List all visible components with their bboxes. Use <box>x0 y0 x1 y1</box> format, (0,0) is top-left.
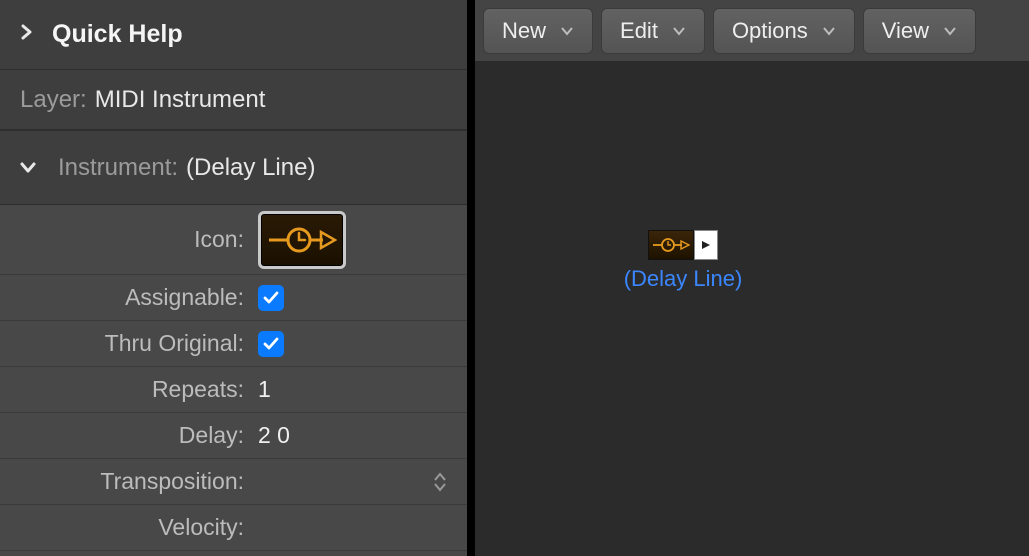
velocity-label: Velocity: <box>0 514 250 541</box>
chevron-down-icon <box>433 482 447 492</box>
thru-original-row: Thru Original: <box>0 321 467 367</box>
chevron-down-icon <box>822 26 836 36</box>
environment-canvas-pane: New Edit Options View <box>475 0 1029 556</box>
chevron-up-icon <box>433 472 447 482</box>
options-menu-label: Options <box>732 18 808 44</box>
instrument-header[interactable]: Instrument: (Delay Line) <box>0 130 467 205</box>
node-label: (Delay Line) <box>618 266 748 292</box>
node-box <box>618 230 748 260</box>
layer-row[interactable]: Layer: MIDI Instrument <box>0 70 467 130</box>
chevron-right-icon <box>18 24 42 45</box>
instrument-label: Instrument: <box>58 154 178 182</box>
thru-original-label: Thru Original: <box>0 330 250 357</box>
node-output-port[interactable] <box>694 230 718 260</box>
chevron-down-icon <box>20 154 44 182</box>
transposition-label: Transposition: <box>0 468 250 495</box>
environment-canvas[interactable] <box>475 62 1029 556</box>
transposition-stepper[interactable] <box>433 472 447 492</box>
options-menu-button[interactable]: Options <box>713 8 855 54</box>
delay-row[interactable]: Delay: 2 0 <box>0 413 467 459</box>
canvas-toolbar: New Edit Options View <box>475 0 1029 62</box>
icon-picker[interactable] <box>258 211 346 269</box>
delay-line-icon <box>648 230 694 260</box>
icon-row: Icon: <box>0 205 467 275</box>
chevron-down-icon <box>672 26 686 36</box>
chevron-down-icon <box>560 26 574 36</box>
icon-label: Icon: <box>0 226 250 253</box>
view-menu-button[interactable]: View <box>863 8 976 54</box>
new-menu-button[interactable]: New <box>483 8 593 54</box>
quick-help-header[interactable]: Quick Help <box>0 0 467 70</box>
repeats-value: 1 <box>250 376 467 403</box>
thru-original-checkbox[interactable] <box>258 331 284 357</box>
transposition-row[interactable]: Transposition: <box>0 459 467 505</box>
edit-menu-label: Edit <box>620 18 658 44</box>
layer-value: MIDI Instrument <box>95 86 266 114</box>
repeats-label: Repeats: <box>0 376 250 403</box>
instrument-properties: Icon: Assignable: <box>0 205 467 556</box>
delay-line-icon <box>267 222 337 258</box>
assignable-label: Assignable: <box>0 284 250 311</box>
layer-label: Layer: <box>20 86 87 114</box>
delay-value: 2 0 <box>250 422 467 449</box>
quick-help-title: Quick Help <box>52 20 183 49</box>
delay-label: Delay: <box>0 422 250 449</box>
velocity-row[interactable]: Velocity: <box>0 505 467 551</box>
repeats-row[interactable]: Repeats: 1 <box>0 367 467 413</box>
edit-menu-button[interactable]: Edit <box>601 8 705 54</box>
inspector-sidebar: Quick Help Layer: MIDI Instrument Instru… <box>0 0 475 556</box>
delay-line-node[interactable]: (Delay Line) <box>618 230 748 292</box>
chevron-down-icon <box>943 26 957 36</box>
instrument-value: (Delay Line) <box>186 154 315 182</box>
app-root: Quick Help Layer: MIDI Instrument Instru… <box>0 0 1029 556</box>
assignable-row: Assignable: <box>0 275 467 321</box>
output-port-icon <box>700 239 712 251</box>
assignable-checkbox[interactable] <box>258 285 284 311</box>
view-menu-label: View <box>882 18 929 44</box>
new-menu-label: New <box>502 18 546 44</box>
